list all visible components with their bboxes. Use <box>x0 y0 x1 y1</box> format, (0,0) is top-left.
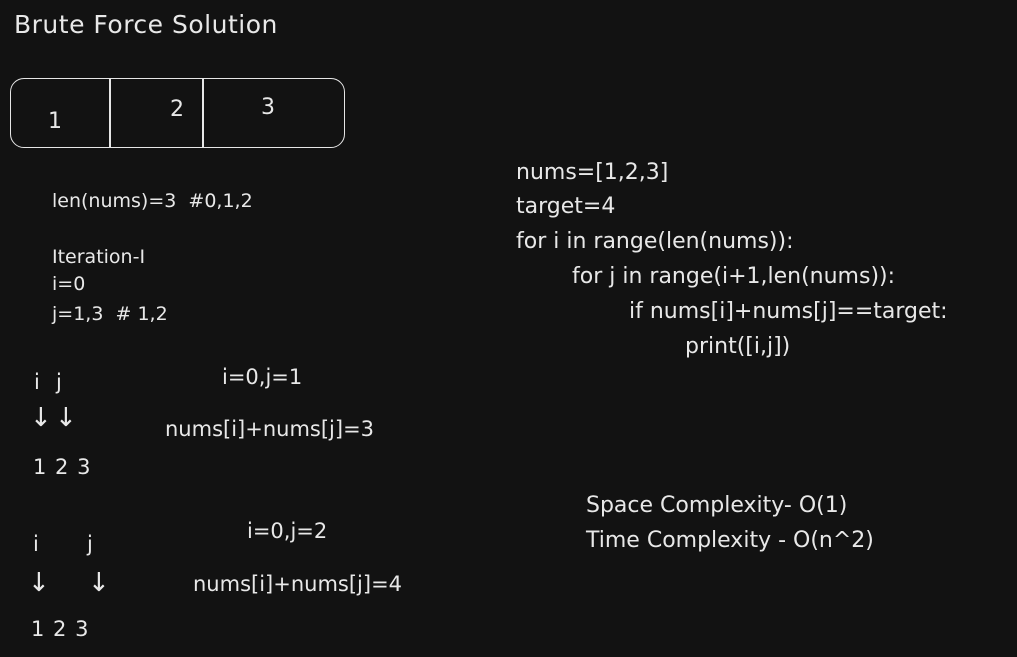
step2-header: i=0,j=2 <box>247 519 328 543</box>
step2-j-down-arrow-icon: ↓ <box>88 568 110 598</box>
space-complexity: Space Complexity- O(1) <box>586 493 848 518</box>
step2-j-label: j <box>87 532 93 556</box>
step2-i-down-arrow-icon: ↓ <box>28 568 50 598</box>
step2-array: 1 2 3 <box>31 617 89 641</box>
array-cell: 3 <box>261 95 275 120</box>
step1-i-label: i <box>34 370 40 394</box>
len-note: len(nums)=3 #0,1,2 <box>52 190 253 212</box>
code-line-nums: nums=[1,2,3] <box>516 160 669 185</box>
array-cell: 1 <box>48 109 62 134</box>
code-line-outer-loop: for i in range(len(nums)): <box>516 229 794 254</box>
step1-j-down-arrow-icon: ↓ <box>55 403 77 433</box>
step1-expression: nums[i]+nums[j]=3 <box>165 417 375 441</box>
array-divider <box>202 79 204 147</box>
time-complexity: Time Complexity - O(n^2) <box>586 528 874 553</box>
array-divider <box>109 79 111 147</box>
step1-j-label: j <box>56 370 62 394</box>
step2-expression: nums[i]+nums[j]=4 <box>193 572 403 596</box>
i-assignment: i=0 <box>52 273 86 295</box>
j-range-note: j=1,3 # 1,2 <box>52 303 168 325</box>
step1-header: i=0,j=1 <box>222 365 303 389</box>
code-line-condition: if nums[i]+nums[j]==target: <box>629 299 948 324</box>
code-line-target: target=4 <box>516 194 616 219</box>
step2-i-label: i <box>33 532 39 556</box>
array-box: 1 2 3 <box>10 78 345 148</box>
step1-array: 1 2 3 <box>33 455 91 479</box>
array-cell: 2 <box>170 97 184 122</box>
step1-i-down-arrow-icon: ↓ <box>30 403 52 433</box>
page-title: Brute Force Solution <box>14 10 278 39</box>
code-line-print: print([i,j]) <box>685 334 791 359</box>
code-line-inner-loop: for j in range(i+1,len(nums)): <box>572 264 896 289</box>
iteration-label: Iteration-I <box>52 246 146 268</box>
